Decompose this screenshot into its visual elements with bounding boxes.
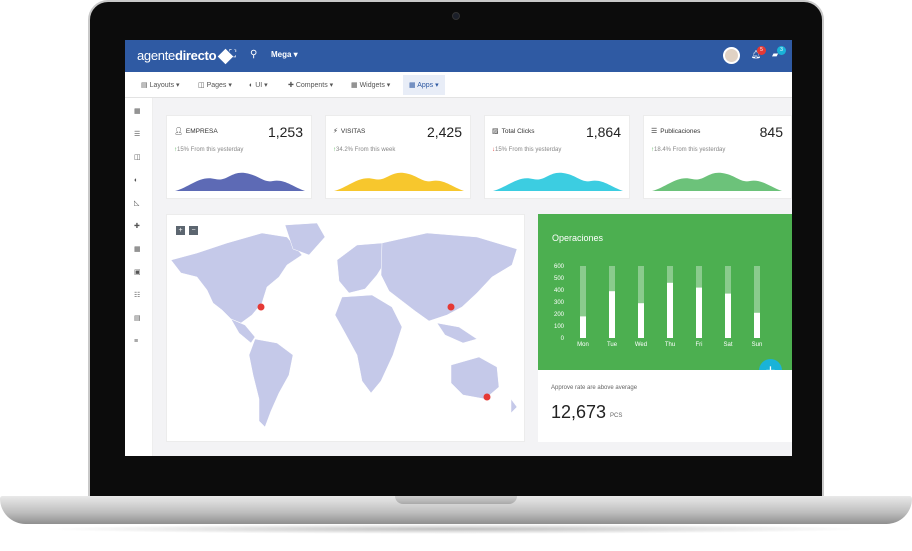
stat-card-total-clicks: ▨ Total Clicks 1,864 ↓15% From this yeste… xyxy=(484,115,630,199)
stat-label: ⚡︎ VISITAS xyxy=(333,128,366,135)
map-europe xyxy=(336,242,388,294)
laptop-notch xyxy=(395,496,517,504)
map-marker-australia xyxy=(483,393,491,401)
grid-icon[interactable]: ▦ xyxy=(134,246,142,253)
map-marker-north-america xyxy=(257,303,265,311)
map-australia xyxy=(450,356,500,400)
stat-delta: ↑18.4% From this yesterday xyxy=(651,147,726,153)
chart-icon[interactable]: ◺ xyxy=(134,200,142,207)
main-menu: ▤ Layouts ▾ ◫ Pages ▾ ◐ UI ▾ ✚ Compents … xyxy=(125,72,792,98)
x-tick-label: Sun xyxy=(752,342,763,348)
approve-unit: PCS xyxy=(610,413,623,419)
x-tick-label: Tue xyxy=(607,342,618,348)
dashboard-icon[interactable]: ▦ xyxy=(134,108,142,115)
x-tick-label: Fri xyxy=(696,342,703,348)
stat-label: 👤︎ EMPRESA xyxy=(174,128,218,135)
bar-thu xyxy=(667,282,673,338)
menu-item-layouts[interactable]: ▤ Layouts ▾ xyxy=(141,81,180,89)
y-tick-label: 300 xyxy=(554,300,565,306)
fullscreen-icon[interactable]: ⛶ xyxy=(229,49,236,60)
y-tick-label: 500 xyxy=(554,276,565,282)
stat-value: 845 xyxy=(759,124,783,140)
map-central-america xyxy=(230,318,256,344)
x-tick-label: Wed xyxy=(635,342,647,348)
pages-icon[interactable]: ◫ xyxy=(134,154,142,161)
search-icon[interactable]: ⚲ xyxy=(250,49,257,60)
stat-label: ▨ Total Clicks xyxy=(492,128,535,135)
stat-value: 1,253 xyxy=(267,124,303,140)
y-tick-label: 0 xyxy=(561,336,565,342)
bar-mon xyxy=(580,316,586,338)
y-tick-label: 100 xyxy=(554,324,565,330)
message-badge: 3 xyxy=(777,46,786,55)
approve-value: 12,673 xyxy=(551,402,607,422)
menu-item-apps[interactable]: ▦ Apps ▾ xyxy=(403,75,445,95)
stat-value: 1,864 xyxy=(585,124,621,140)
y-tick-label: 200 xyxy=(554,312,565,318)
stat-value: 2,425 xyxy=(426,124,462,140)
stat-sparkline xyxy=(175,172,305,191)
palette-icon[interactable]: ◐ xyxy=(134,177,142,184)
stat-sparkline xyxy=(334,172,464,191)
map-southeast-asia xyxy=(436,322,478,344)
top-navbar: agentedirecto ⛶ ⚲ Mega ▾ 🔔︎ 5 ▰ 3 xyxy=(125,40,792,72)
bar-fri xyxy=(696,287,702,338)
puzzle-icon[interactable]: ✚ xyxy=(134,223,142,230)
x-tick-label: Thu xyxy=(665,342,675,348)
menu-item-widgets[interactable]: ▦ Widgets ▾ xyxy=(351,81,390,89)
calendar-icon[interactable]: ▣ xyxy=(134,269,142,276)
operations-bar-chart: 600 500 400 300 200 100 0 Mon Tue Wed Thu Fri Sat Sun xyxy=(554,264,763,348)
map-south-america xyxy=(248,338,294,428)
stat-label: ☰ Publicaciones xyxy=(651,128,701,135)
laptop-mockup: agentedirecto ⛶ ⚲ Mega ▾ 🔔︎ 5 ▰ 3 ▤ Layo… xyxy=(0,0,912,551)
y-tick-label: 600 xyxy=(554,264,565,270)
laptop-shadow xyxy=(40,524,872,534)
bar-sat xyxy=(725,293,731,338)
sidebar: ▦ ☰ ◫ ◐ ◺ ✚ ▦ ▣ ☷ ▤ ≡ xyxy=(125,98,153,456)
form-icon[interactable]: ▤ xyxy=(134,315,142,322)
map-marker-asia xyxy=(447,303,455,311)
stat-delta: ↑34.2% From this week xyxy=(333,147,396,153)
notification-badge: 5 xyxy=(757,46,766,55)
dashboard-screen: agentedirecto ⛶ ⚲ Mega ▾ 🔔︎ 5 ▰ 3 ▤ Layo… xyxy=(125,40,792,456)
bar-wed xyxy=(638,303,644,338)
map-new-zealand xyxy=(510,398,518,414)
stat-card-empresa: 👤︎ EMPRESA 1,253 ↑15% From this yesterday xyxy=(166,115,312,199)
menu-item-ui[interactable]: ◐ UI ▾ xyxy=(249,81,268,89)
menu-icon[interactable]: ≡ xyxy=(134,338,142,345)
map-north-america xyxy=(170,232,303,324)
stat-delta: ↓15% From this yesterday xyxy=(492,147,562,153)
webcam-icon xyxy=(452,12,460,20)
list-icon[interactable]: ☰ xyxy=(134,131,142,138)
menu-item-pages[interactable]: ◫ Pages ▾ xyxy=(198,81,232,89)
avatar[interactable] xyxy=(723,47,740,64)
bolt-icon: ⚡︎ xyxy=(333,128,338,135)
world-map[interactable] xyxy=(167,215,526,443)
map-africa xyxy=(334,294,403,394)
mega-menu-button[interactable]: Mega ▾ xyxy=(271,50,298,59)
stat-sparkline xyxy=(493,172,623,191)
table-icon[interactable]: ☷ xyxy=(134,292,142,299)
x-tick-label: Sat xyxy=(723,342,732,348)
stat-sparkline xyxy=(652,172,782,191)
list-icon: ☰ xyxy=(651,128,658,135)
bar-tue xyxy=(609,291,615,338)
image-icon: ▨ xyxy=(492,128,499,135)
x-tick-label: Mon xyxy=(577,342,589,348)
user-icon: 👤︎ xyxy=(174,128,183,135)
stat-card-visitas: ⚡︎ VISITAS 2,425 ↑34.2% From this week xyxy=(325,115,471,199)
bar-sun xyxy=(754,312,760,338)
brand-logo[interactable]: agentedirecto xyxy=(137,48,234,65)
stat-delta: ↑15% From this yesterday xyxy=(174,147,244,153)
operations-card: Operaciones 600 500 400 300 200 100 0 Mon Tue Wed… xyxy=(538,214,792,370)
approve-caption: Approve rate are above average xyxy=(551,385,638,391)
y-tick-label: 400 xyxy=(554,288,565,294)
world-map-card: + − xyxy=(166,214,525,442)
menu-item-components[interactable]: ✚ Compents ▾ xyxy=(288,81,333,89)
stat-card-publicaciones: ☰ Publicaciones 845 ↑18.4% From this yest… xyxy=(643,115,792,199)
approve-rate-card: Approve rate are above average 12,673 PC… xyxy=(538,370,792,442)
